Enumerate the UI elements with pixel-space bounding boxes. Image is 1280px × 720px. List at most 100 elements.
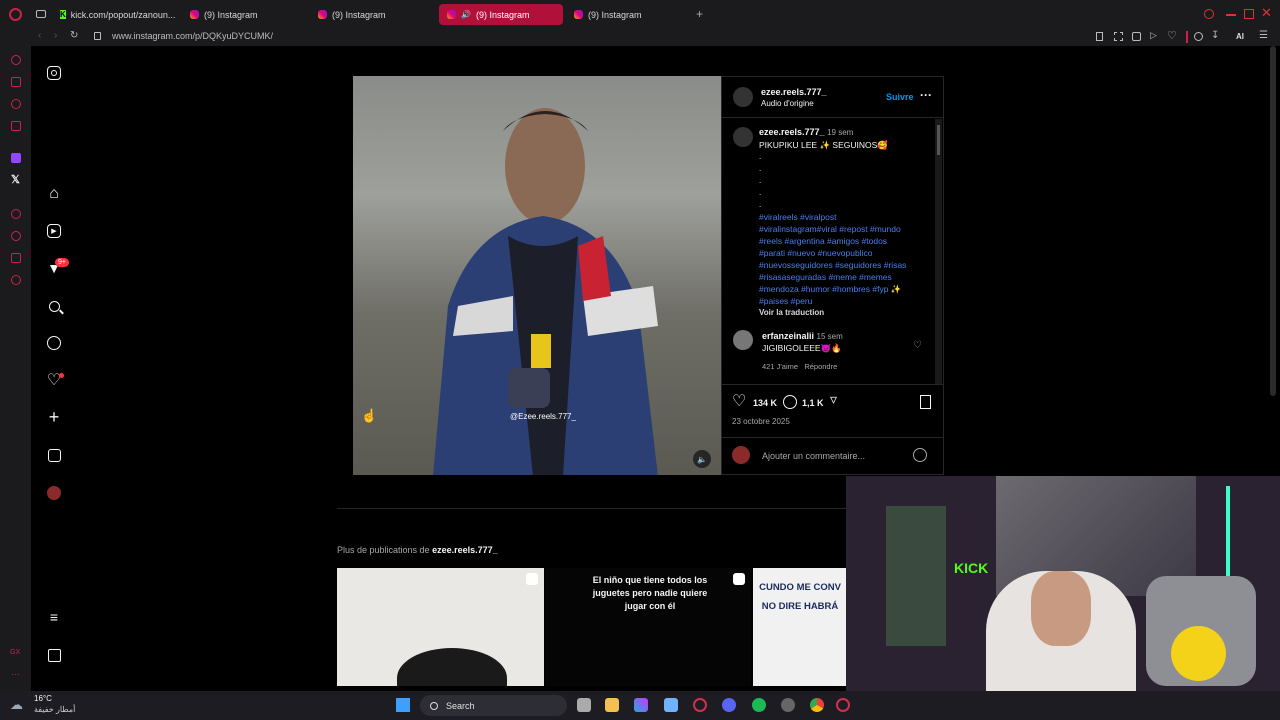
comment-username[interactable]: erfanzeinalii [762,331,814,341]
opera-logo-icon[interactable] [9,8,22,21]
comment-like-icon[interactable]: ♡ [913,340,922,351]
search-icon[interactable] [45,297,64,315]
author-avatar[interactable] [733,87,753,107]
likes-count[interactable]: 134 K [753,398,777,408]
history-icon[interactable] [11,231,21,241]
translate-link[interactable]: Voir la traduction [759,308,929,317]
comments-scrollbar[interactable] [935,119,942,385]
speaker-icon[interactable]: 🔊 [461,10,471,19]
comment-icon[interactable] [783,395,797,409]
mute-button[interactable]: 🔈 [693,450,711,468]
store-icon[interactable] [664,698,678,712]
ai-button[interactable]: AI [1236,32,1244,41]
commenter-avatar[interactable] [733,330,753,350]
tab-instagram-2[interactable]: (9) Instagram [310,4,436,25]
start-button[interactable] [396,698,410,712]
threads-apps-icon[interactable] [45,646,63,664]
discord-icon[interactable] [722,698,736,712]
weather-description[interactable]: أمطار خفيفة [34,705,75,714]
hashtag-line[interactable]: #risasaseguradas #meme #memes [759,271,929,283]
back-icon[interactable]: ‹ [38,30,41,41]
bag-icon[interactable] [11,77,21,87]
home-icon[interactable]: ⌂ [45,185,63,203]
comment-likes[interactable]: 421 J'aime [762,362,798,371]
comments-count[interactable]: 1,1 K [802,398,824,408]
profile-icon[interactable] [1194,32,1203,41]
post-video[interactable]: @Ezee.reels.777_ 🔈 ☝ [353,76,721,475]
chrome-icon[interactable] [810,698,824,712]
page-scrollbar[interactable] [1270,46,1276,396]
weather-temp[interactable]: 16°C [34,694,52,703]
create-icon[interactable]: + [45,407,63,427]
reels-icon[interactable]: ▶ [45,222,63,240]
hashtag-line[interactable]: #parati #nuevo #nuevopublico [759,247,929,259]
follow-button[interactable]: Suivre [886,92,914,102]
gx-icon[interactable]: GX [10,649,20,656]
twitch-icon[interactable] [11,153,21,163]
more-options-icon[interactable]: ··· [920,88,932,102]
opera-icon[interactable] [836,698,850,712]
taskbar-search[interactable]: Search [420,695,567,716]
news-icon[interactable] [11,121,21,131]
tab-workspaces-icon[interactable] [36,10,46,18]
settings-icon[interactable] [11,275,21,285]
menu-icon[interactable]: ☰ [1259,30,1268,41]
more-post-thumb-1[interactable] [337,568,544,686]
hashtag-line[interactable]: #viralreels #viralpost [759,211,929,223]
reload-icon[interactable]: ↻ [70,30,78,41]
task-view-icon[interactable] [577,698,591,712]
author-username[interactable]: ezee.reels.777_ [761,87,827,97]
play-icon[interactable]: ▷ [1150,30,1157,41]
more-post-thumb-2[interactable]: El niño que tiene todos los juguetes per… [545,568,751,686]
player-icon[interactable] [11,209,21,219]
caption-username[interactable]: ezee.reels.777_ [759,127,825,137]
more-menu-icon[interactable]: ≡ [45,608,63,626]
tab-kick[interactable]: K kick.com/popout/zanoun... [52,4,180,25]
opera-gx-icon[interactable] [693,698,707,712]
tab-instagram-4[interactable]: (9) Instagram [566,4,692,25]
x-twitter-icon[interactable]: 𝕏 [11,173,20,186]
minimize-button[interactable] [1226,14,1236,16]
url-field[interactable]: www.instagram.com/p/DQKyuDYCUMK/ [112,31,273,41]
forward-icon[interactable]: › [54,30,57,41]
messenger-icon[interactable] [11,99,21,109]
dashboard-icon[interactable] [45,446,63,464]
comments-scrollbar-thumb[interactable] [937,125,940,155]
share-icon[interactable]: ▿ [830,391,837,408]
hashtag-line[interactable]: #mendoza #humor #hombres #fyp ✨ [759,283,929,295]
heart-icon[interactable]: ♡ [1167,29,1177,42]
lock-icon[interactable] [94,32,101,40]
explore-icon[interactable] [45,334,63,352]
emoji-icon[interactable] [913,448,927,462]
adblock-icon[interactable] [1132,32,1141,41]
copilot-icon[interactable] [634,698,648,712]
hashtag-line[interactable]: #nuevosseguidores #seguidores #risas [759,259,929,271]
comment-time[interactable]: 15 sem [817,332,843,341]
bookmark-icon[interactable] [1096,32,1103,41]
download-icon[interactable]: ↧ [1211,30,1219,41]
maximize-button[interactable] [1244,9,1254,19]
weather-icon[interactable]: ☁ [10,697,23,713]
tab-instagram-active[interactable]: 🔊 (9) Instagram [439,4,563,25]
search-tabs-icon[interactable] [1204,9,1214,19]
aria-icon[interactable] [11,55,21,65]
new-tab-button[interactable]: + [696,7,703,21]
instagram-logo-icon[interactable] [45,64,63,82]
spotify-icon[interactable] [752,698,766,712]
add-comment-input[interactable]: Ajouter un commentaire... [762,451,865,461]
tab-instagram-1[interactable]: (9) Instagram [182,4,308,25]
more-posts-username[interactable]: ezee.reels.777_ [432,545,498,555]
caption-time[interactable]: 19 sem [827,128,853,137]
extensions-icon[interactable] [11,253,21,263]
hashtag-line[interactable]: #paises #peru [759,295,929,307]
hashtag-line[interactable]: #reels #argentina #amigos #todos [759,235,929,247]
audio-label[interactable]: Audio d'origine [761,99,814,108]
comment-reply[interactable]: Répondre [804,362,837,371]
profile-avatar[interactable] [47,486,61,500]
screenshot-icon[interactable] [1114,32,1123,41]
file-explorer-icon[interactable] [605,698,619,712]
like-icon[interactable]: ♡ [732,391,746,411]
post-date[interactable]: 23 octobre 2025 [732,417,790,426]
save-icon[interactable] [920,395,931,409]
hashtag-line[interactable]: #viralinstagram#viral #repost #mundo [759,223,929,235]
